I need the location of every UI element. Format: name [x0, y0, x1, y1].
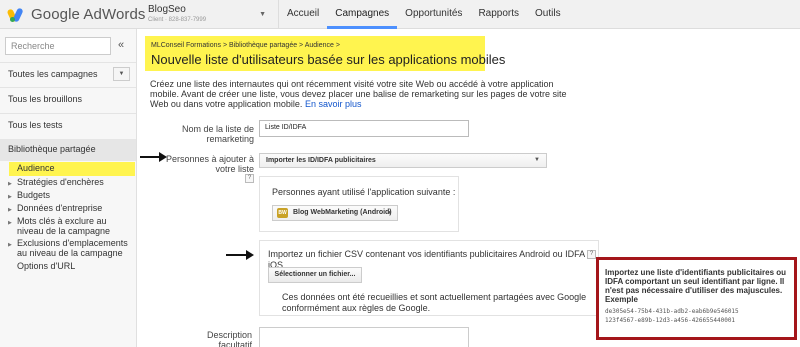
import-panel: Importez un fichier CSV contenant vos id… — [259, 240, 599, 316]
intro-text: Créez une liste des internautes qui ont … — [150, 79, 567, 109]
dropdown-caret-icon[interactable]: ▼ — [113, 67, 130, 81]
callout-example-2: 123f4567-e89b-12d3-a456-426655440001 — [605, 317, 736, 324]
help-icon[interactable]: ? — [587, 250, 596, 259]
sidebar-item-budgets[interactable]: ▶ Budgets — [8, 190, 134, 200]
select-file-button[interactable]: Sélectionner un fichier... — [268, 267, 362, 283]
page-title: Nouvelle liste d'utilisateurs basée sur … — [151, 52, 506, 67]
nav-campagnes[interactable]: Campagnes — [327, 0, 398, 29]
expand-triangle-icon: ▶ — [8, 181, 12, 187]
account-switcher[interactable]: BlogSeo Client · 828-837-7999 ▼ — [148, 4, 266, 23]
sidebar-item-audience[interactable]: Audience — [9, 162, 135, 176]
data-notice: Ces données ont été recueillies et sont … — [282, 292, 587, 313]
sidebar-item-business-data[interactable]: ▶ Données d'entreprise — [8, 203, 134, 213]
people-select[interactable]: Importer les ID/IDFA publicitaires ▼ — [259, 153, 547, 168]
caret-down-icon: ▼ — [387, 210, 392, 216]
caret-down-icon[interactable]: ▼ — [259, 11, 266, 18]
sidebar-section-shared-library[interactable]: Bibliothèque partagée — [0, 139, 136, 161]
annotation-arrow-icon — [140, 152, 167, 162]
learn-more-link[interactable]: En savoir plus — [305, 99, 362, 109]
sidebar-item-label: Toutes les campagnes — [8, 69, 98, 79]
nav-rapports[interactable]: Rapports — [470, 0, 527, 29]
nav-outils[interactable]: Outils — [527, 0, 569, 29]
help-icon[interactable]: ? — [245, 174, 254, 183]
sidebar-item-bid-strategies[interactable]: ▶ Stratégies d'enchères — [8, 177, 134, 187]
app-select[interactable]: BW Blog WebMarketing (Android) ▼ — [272, 205, 398, 221]
breadcrumb[interactable]: MLConseil Formations > Bibliothèque part… — [151, 42, 340, 49]
sidebar-item-negative-keywords[interactable]: ▶ Mots clés à exclure au niveau de la ca… — [8, 216, 134, 236]
sidebar-item-all-drafts[interactable]: Tous les brouillons — [0, 87, 136, 110]
app-prompt: Personnes ayant utilisé l'application su… — [272, 187, 456, 197]
sidebar-item-placement-exclusions[interactable]: ▶ Exclusions d'emplacements au niveau de… — [8, 238, 134, 258]
account-id: Client · 828-837-7999 — [148, 17, 207, 23]
sidebar-item-label: Tous les tests — [8, 120, 63, 130]
callout-title: Importez une liste d'identifiants public… — [605, 268, 787, 304]
expand-triangle-icon: ▶ — [8, 220, 12, 226]
callout-example-1: de305e54-75b4-431b-adb2-eab6b9e546015 — [605, 308, 739, 315]
caret-down-icon: ▼ — [534, 157, 540, 163]
tooltip-callout: Importez une liste d'identifiants public… — [596, 257, 797, 340]
sidebar: Recherche « Toutes les campagnes ▼ Tous … — [0, 29, 137, 347]
expand-triangle-icon: ▶ — [8, 242, 12, 248]
logo[interactable]: Google AdWords — [6, 6, 146, 23]
expand-triangle-icon: ▶ — [8, 207, 12, 213]
app-icon: BW — [277, 208, 288, 218]
sidebar-item-all-tests[interactable]: Tous les tests — [0, 113, 136, 136]
nav-accueil[interactable]: Accueil — [279, 0, 327, 29]
sidebar-item-all-campaigns[interactable]: Toutes les campagnes ▼ — [0, 62, 136, 85]
nav-opportunites[interactable]: Opportunités — [397, 0, 470, 29]
people-to-add-label: Personnes à ajouter à votre liste — [165, 154, 254, 174]
expand-triangle-icon: ▶ — [8, 194, 12, 200]
list-name-label: Nom de la liste de remarketing — [181, 124, 254, 144]
adwords-logo-icon — [6, 6, 25, 23]
top-nav: Accueil Campagnes Opportunités Rapports … — [278, 0, 569, 29]
collapse-sidebar-icon[interactable]: « — [118, 39, 124, 51]
sidebar-search-input[interactable]: Recherche — [5, 37, 111, 55]
sidebar-item-url-options[interactable]: Options d'URL — [8, 261, 134, 271]
app-panel: Personnes ayant utilisé l'application su… — [259, 176, 459, 232]
sidebar-item-label: Tous les brouillons — [8, 94, 83, 104]
account-name: BlogSeo — [148, 4, 186, 15]
list-name-input[interactable]: Liste ID/IDFA — [259, 120, 469, 137]
annotation-arrow-icon — [226, 250, 254, 260]
top-bar: Google AdWords BlogSeo Client · 828-837-… — [0, 0, 800, 29]
title-highlight: MLConseil Formations > Bibliothèque part… — [145, 36, 505, 71]
logo-text: Google AdWords — [31, 6, 146, 23]
description-label: Description facultatif — [206, 330, 252, 347]
description-input[interactable] — [259, 327, 469, 347]
